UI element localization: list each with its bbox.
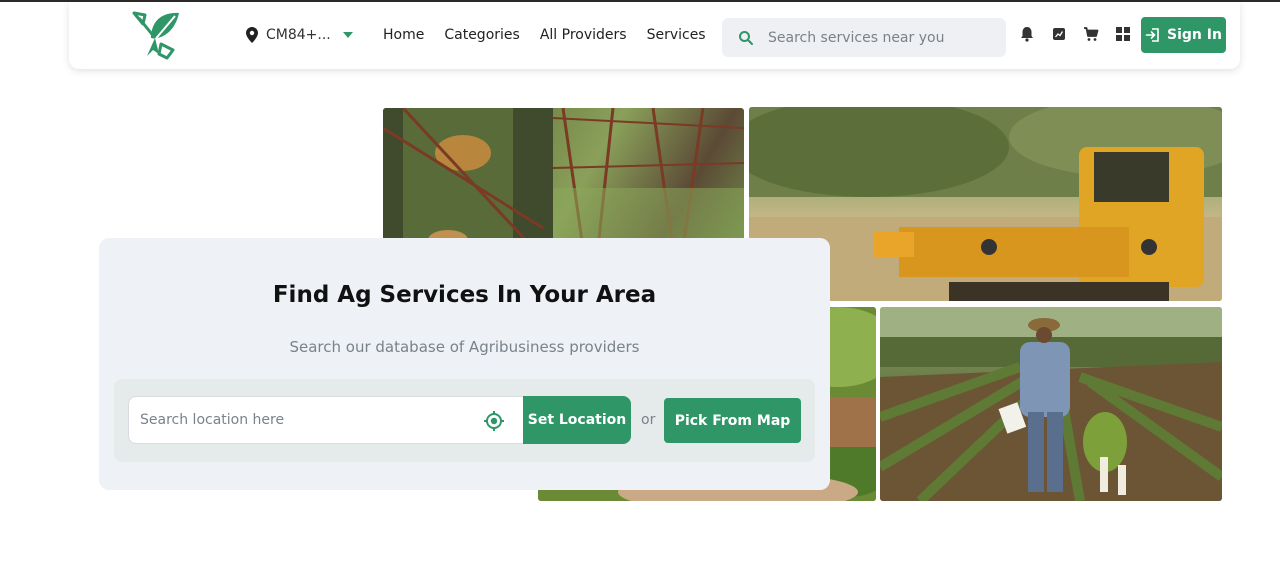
sign-in-label: Sign In [1167, 27, 1222, 43]
cart-icon[interactable] [1083, 26, 1099, 42]
service-search-box [722, 18, 1006, 57]
site-header: CM84+... Home Categories All Providers S… [69, 2, 1240, 69]
locate-target-icon[interactable] [483, 410, 505, 432]
grid-icon[interactable] [1115, 26, 1131, 42]
location-selector[interactable]: CM84+... [246, 24, 357, 46]
search-icon [739, 30, 753, 45]
brand-logo[interactable] [131, 10, 183, 60]
chevron-down-icon [342, 32, 353, 38]
chart-icon[interactable] [1051, 26, 1067, 42]
location-search-row: Set Location or Pick From Map [114, 379, 815, 462]
sign-in-button[interactable]: Sign In [1141, 17, 1226, 53]
photo-vineyard-pruning [383, 108, 744, 248]
hero-subtitle: Search our database of Agribusiness prov… [289, 338, 640, 356]
location-pin-icon [246, 27, 258, 43]
bell-icon[interactable] [1019, 26, 1035, 42]
location-search-input[interactable] [140, 412, 470, 428]
or-separator: or [641, 412, 656, 428]
find-services-card: Find Ag Services In Your Area Search our… [99, 238, 830, 490]
sign-in-icon [1145, 28, 1159, 42]
header-icons [1019, 26, 1131, 42]
nav-home[interactable]: Home [383, 24, 424, 46]
logo-leaf-icon [132, 11, 179, 60]
location-search-field [128, 396, 524, 444]
photo-farmer-in-field [880, 307, 1222, 501]
nav-categories[interactable]: Categories [444, 24, 519, 46]
service-search-input[interactable] [768, 29, 988, 46]
pick-from-map-button[interactable]: Pick From Map [664, 398, 801, 443]
location-label: CM84+... [266, 27, 331, 43]
nav-all-providers[interactable]: All Providers [540, 24, 627, 46]
set-location-button[interactable]: Set Location [523, 396, 631, 444]
nav-services[interactable]: Services [647, 24, 706, 46]
main-nav: Home Categories All Providers Services [383, 24, 706, 46]
hero-title: Find Ag Services In Your Area [272, 282, 657, 308]
